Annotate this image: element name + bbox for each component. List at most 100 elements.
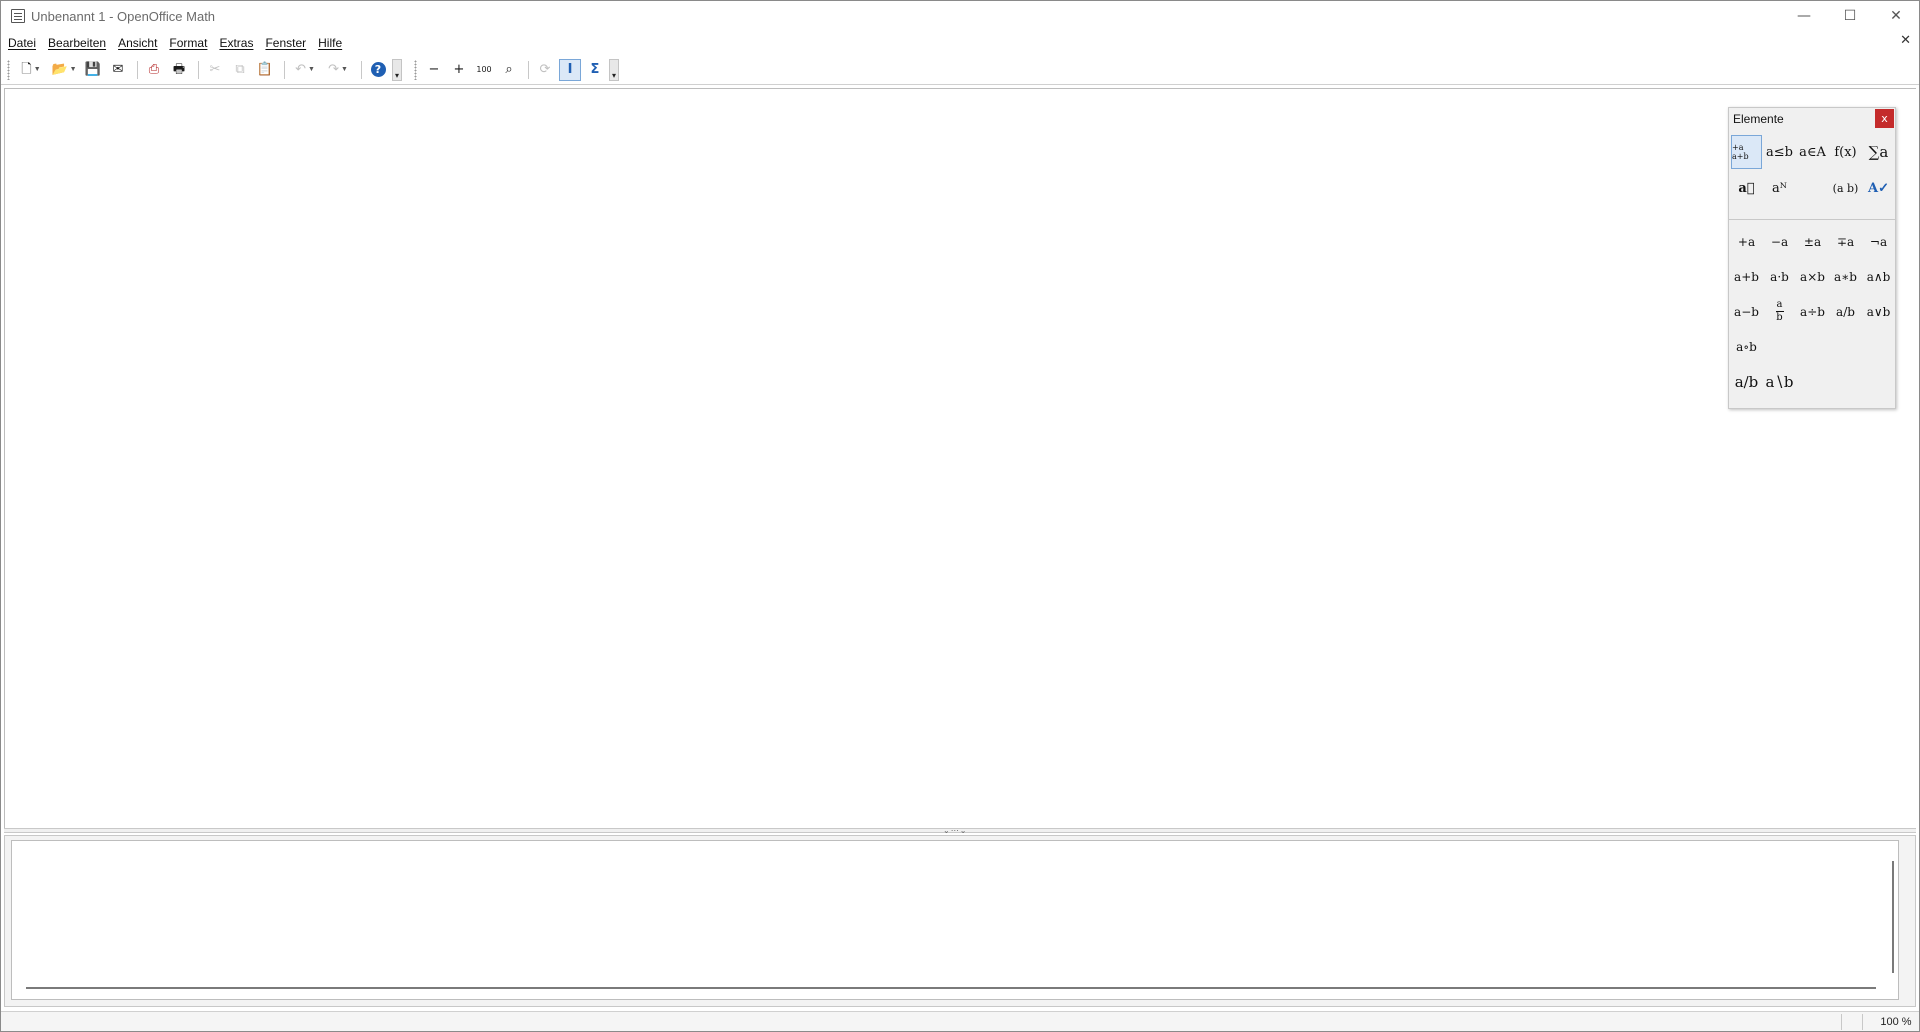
redo-button[interactable]: ↷ ▼ <box>323 59 353 81</box>
symbol-a-div-b[interactable]: a÷b <box>1796 294 1829 329</box>
zoom-out-button[interactable]: − <box>423 59 445 81</box>
print-button[interactable]: 🖶 <box>168 59 190 81</box>
menu-format[interactable]: Format <box>162 36 212 50</box>
minimize-button[interactable]: — <box>1781 1 1827 31</box>
dropdown-arrow-icon[interactable]: ▼ <box>341 66 348 73</box>
show-all-button[interactable]: ⌕ <box>498 59 520 81</box>
open-button[interactable]: 📂 ▼ <box>49 59 79 81</box>
category-operators[interactable]: ∑a <box>1863 135 1894 169</box>
email-icon: ✉ <box>112 62 124 77</box>
symbol-a-circ-b[interactable]: a∘b <box>1730 329 1763 364</box>
zoom-level[interactable]: 100 % <box>1873 1016 1919 1028</box>
symbol-widebslash[interactable]: a∖b <box>1763 364 1796 399</box>
fraction-numerator: a <box>1776 299 1783 310</box>
symbol-empty <box>1796 329 1829 364</box>
splitter[interactable]: ⌄⋯⌄ <box>4 826 1916 835</box>
vertical-scrollbar[interactable] <box>1892 861 1894 973</box>
menu-bearbeiten[interactable]: Bearbeiten <box>41 36 111 50</box>
toolbar-separator <box>137 60 138 79</box>
menu-extras[interactable]: Extras <box>212 36 258 50</box>
symbols-button[interactable]: Σ <box>584 59 606 81</box>
symbol-a-slash-b[interactable]: a/b <box>1829 294 1862 329</box>
symbol-a-and-b[interactable]: a∧b <box>1862 259 1895 294</box>
toolbar-overflow-icon[interactable]: ▾ <box>392 58 402 81</box>
elements-panel: Elemente x +a a+b a≤b a∈A f(x) ∑a a⃗ aᴺ … <box>1728 107 1896 409</box>
symbol-minus-a[interactable]: −a <box>1763 224 1796 259</box>
paste-icon: 📋 <box>256 62 274 77</box>
new-icon: 🗋 <box>21 62 32 77</box>
dropdown-arrow-icon[interactable]: ▼ <box>34 66 41 73</box>
command-editor[interactable] <box>11 840 1899 1000</box>
category-empty <box>1797 171 1828 205</box>
horizontal-scrollbar[interactable] <box>26 987 1876 989</box>
dropdown-arrow-icon[interactable]: ▼ <box>308 66 315 73</box>
category-attributes[interactable]: a⃗ <box>1731 171 1762 205</box>
zoom-100-button[interactable]: 100 <box>473 59 495 81</box>
splitter-grip-icon[interactable]: ⌄⋯⌄ <box>943 826 967 835</box>
symbols-icon: Σ <box>590 62 600 77</box>
fraction-denominator: b <box>1776 312 1783 323</box>
menu-datei[interactable]: Datei <box>1 36 41 50</box>
symbol-a-or-b[interactable]: a∨b <box>1862 294 1895 329</box>
toolbar-grip[interactable] <box>7 59 10 80</box>
app-window: Unbenannt 1 - OpenOffice Math — ☐ ✕ Date… <box>0 0 1920 1032</box>
symbol-plusminus-a[interactable]: ±a <box>1796 224 1829 259</box>
status-separator <box>1841 1013 1842 1030</box>
menu-hilfe[interactable]: Hilfe <box>311 36 347 50</box>
menu-fenster[interactable]: Fenster <box>258 36 311 50</box>
elements-close-button[interactable]: x <box>1875 109 1894 128</box>
zoom-in-button[interactable]: + <box>448 59 470 81</box>
toolbar-separator <box>284 60 285 79</box>
category-brackets[interactable]: (a b) <box>1830 171 1861 205</box>
symbol-a-ast-b[interactable]: a∗b <box>1829 259 1862 294</box>
new-button[interactable]: 🗋 ▼ <box>16 59 46 81</box>
undo-button[interactable]: ↶ ▼ <box>290 59 320 81</box>
symbol-plus-a[interactable]: +a <box>1730 224 1763 259</box>
zoom-in-icon: + <box>453 62 465 77</box>
elements-categories: +a a+b a≤b a∈A f(x) ∑a a⃗ aᴺ (a b) A✓ <box>1729 130 1895 220</box>
symbol-minusplus-a[interactable]: ∓a <box>1829 224 1862 259</box>
window-controls: — ☐ ✕ <box>1781 1 1919 31</box>
toolbar-grip[interactable] <box>414 59 417 80</box>
zoom-100-icon: 100 <box>476 64 492 74</box>
category-formats[interactable]: A✓ <box>1863 171 1894 205</box>
formula-cursor-button[interactable]: I <box>559 58 581 81</box>
category-set-operations[interactable]: a∈A <box>1797 135 1828 169</box>
copy-button[interactable]: ⧉ <box>229 59 251 81</box>
symbol-not-a[interactable]: ¬a <box>1862 224 1895 259</box>
category-functions[interactable]: f(x) <box>1830 135 1861 169</box>
close-button[interactable]: ✕ <box>1873 1 1919 31</box>
symbol-a-minus-b[interactable]: a−b <box>1730 294 1763 329</box>
open-icon: 📂 <box>51 62 68 77</box>
category-unary-binary[interactable]: +a a+b <box>1731 135 1762 169</box>
formula-view[interactable] <box>4 88 1916 828</box>
formula-cursor-icon: I <box>567 62 573 77</box>
cut-button[interactable]: ✂ <box>204 59 226 81</box>
email-button[interactable]: ✉ <box>107 59 129 81</box>
update-button[interactable]: ⟳ <box>534 59 556 81</box>
elements-symbols: +a −a ±a ∓a ¬a a+b a·b a×b a∗b a∧b a−b a… <box>1729 220 1895 399</box>
symbol-wideslash[interactable]: a/b <box>1730 364 1763 399</box>
command-window <box>4 835 1916 1007</box>
save-button[interactable]: 💾 <box>82 59 104 81</box>
menu-ansicht[interactable]: Ansicht <box>111 36 162 50</box>
zoom-out-icon: − <box>428 62 440 77</box>
elements-panel-header[interactable]: Elemente x <box>1729 108 1895 130</box>
help-button[interactable]: ? <box>367 59 389 81</box>
symbol-a-cdot-b[interactable]: a·b <box>1763 259 1796 294</box>
symbol-a-times-b[interactable]: a×b <box>1796 259 1829 294</box>
toolbar-overflow-icon[interactable]: ▾ <box>609 58 619 81</box>
category-others[interactable]: aᴺ <box>1764 171 1795 205</box>
maximize-button[interactable]: ☐ <box>1827 1 1873 31</box>
category-relations[interactable]: a≤b <box>1764 135 1795 169</box>
copy-icon: ⧉ <box>235 62 245 77</box>
paste-button[interactable]: 📋 <box>254 59 276 81</box>
symbol-a-over-b[interactable]: a b <box>1763 294 1796 329</box>
symbol-a-plus-b[interactable]: a+b <box>1730 259 1763 294</box>
cut-icon: ✂ <box>209 62 221 77</box>
close-document-icon[interactable]: ✕ <box>1900 33 1911 48</box>
export-pdf-button[interactable]: ⎙ <box>143 59 165 81</box>
symbol-empty <box>1829 329 1862 364</box>
elements-panel-title: Elemente <box>1733 112 1784 126</box>
dropdown-arrow-icon[interactable]: ▼ <box>70 66 77 73</box>
